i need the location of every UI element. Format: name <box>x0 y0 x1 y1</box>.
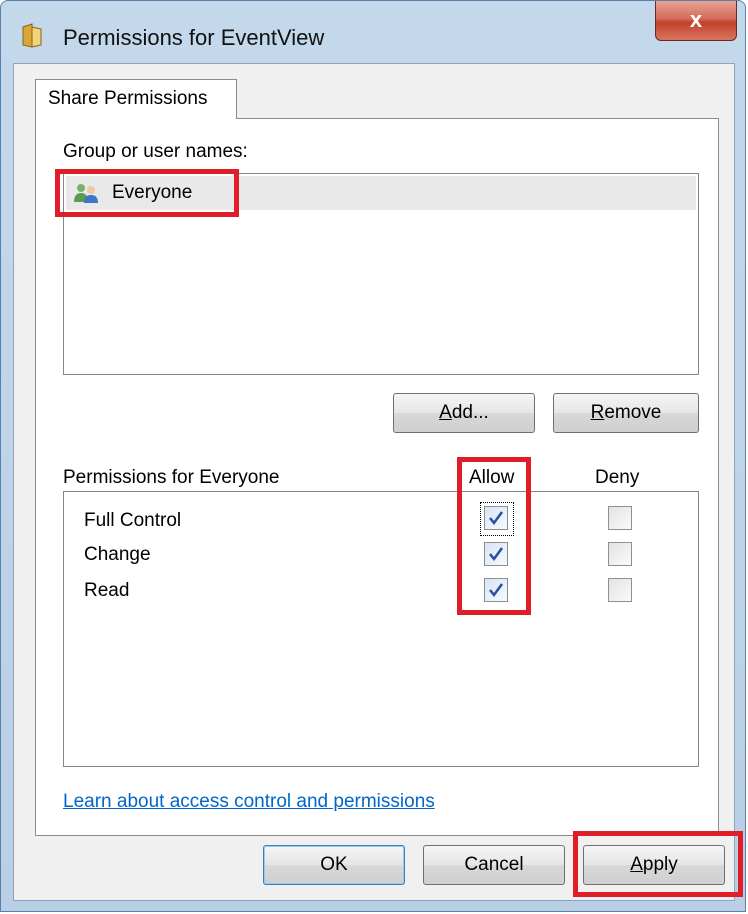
permission-full-control: Full Control <box>84 510 182 531</box>
permissions-list: Full Control Change Read <box>63 491 699 767</box>
permission-change: Change <box>84 544 151 565</box>
add-button[interactable]: Add... <box>393 393 535 433</box>
cancel-button[interactable]: Cancel <box>423 845 565 885</box>
permissions-title: Permissions for Everyone <box>63 467 280 488</box>
permissions-dialog: Permissions for EventView x Share Permis… <box>0 0 746 912</box>
title-bar[interactable]: Permissions for EventView x <box>1 1 745 63</box>
window-title: Permissions for EventView <box>63 25 325 50</box>
close-icon: x <box>689 7 703 32</box>
deny-change-checkbox[interactable] <box>608 542 632 566</box>
highlight-box-everyone <box>55 169 239 217</box>
tab-label: Share Permissions <box>48 88 208 109</box>
group-names-label: Group or user names: <box>63 141 248 162</box>
highlight-box-apply <box>573 831 743 897</box>
highlight-box-allow <box>457 457 531 615</box>
close-button[interactable]: x <box>655 1 737 41</box>
tab-share-permissions[interactable]: Share Permissions <box>35 79 237 119</box>
deny-read-checkbox[interactable] <box>608 578 632 602</box>
help-link[interactable]: Learn about access control and permissio… <box>63 791 435 813</box>
deny-column-header: Deny <box>595 467 640 488</box>
permission-read: Read <box>84 580 130 601</box>
ok-button[interactable]: OK <box>263 845 405 885</box>
remove-button[interactable]: Remove <box>553 393 699 433</box>
folder-icon <box>22 23 42 48</box>
deny-full-control-checkbox[interactable] <box>608 506 632 530</box>
